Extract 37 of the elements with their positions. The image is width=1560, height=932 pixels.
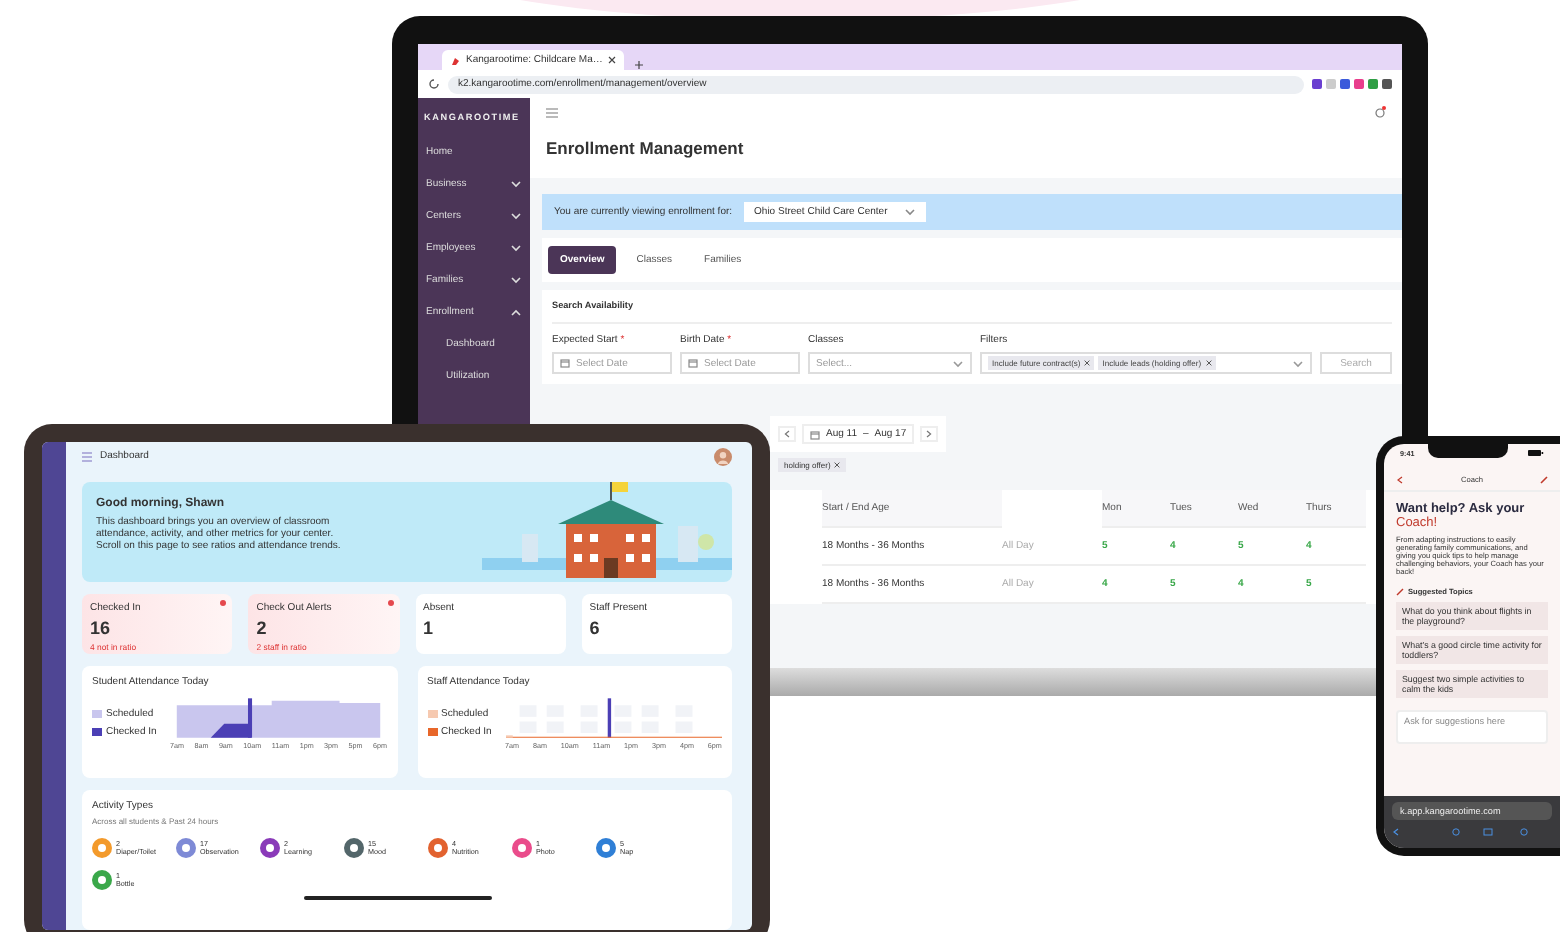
kangaroo-icon <box>450 55 460 65</box>
avatar-icon <box>714 447 732 465</box>
chevron-up-icon <box>510 308 522 316</box>
alert-dot-icon <box>387 600 393 606</box>
extension-icons-drawing <box>1312 78 1392 90</box>
page-title: Enrollment Management <box>530 126 1402 178</box>
notification-icon <box>1374 106 1386 118</box>
chevron-down-icon <box>510 180 522 188</box>
camera-notch <box>1428 444 1508 458</box>
chevron-down-icon <box>903 208 916 216</box>
alert-dot-icon <box>220 600 227 606</box>
stat-value: 6 <box>589 618 602 638</box>
plus-icon <box>634 60 645 70</box>
previous-button[interactable] <box>778 426 796 442</box>
reload-icon <box>428 78 440 90</box>
stat-value: 1 <box>423 618 436 638</box>
chevron-down-icon <box>510 244 522 252</box>
close-icon <box>608 56 617 64</box>
calendar-icon <box>688 357 698 367</box>
menu-icon <box>82 451 92 461</box>
battery-icon <box>1528 450 1544 456</box>
chevron-left-icon <box>784 430 790 438</box>
next-button[interactable] <box>920 426 939 442</box>
calendar-icon <box>810 429 820 439</box>
calendar-icon <box>560 357 570 367</box>
chevron-down-icon <box>510 276 522 284</box>
remove-icon <box>1205 360 1212 366</box>
stat-value: 16 <box>90 618 113 638</box>
chevron-right-icon <box>926 430 933 438</box>
stat-value: 2 <box>256 618 269 638</box>
chevron-down-icon <box>510 212 522 220</box>
chevron-down-icon <box>1292 359 1304 367</box>
home-indicator-icon <box>304 896 492 900</box>
menu-icon <box>546 107 558 117</box>
remove-icon <box>834 462 841 468</box>
remove-icon <box>1084 360 1091 366</box>
chevron-down-icon <box>952 359 964 367</box>
